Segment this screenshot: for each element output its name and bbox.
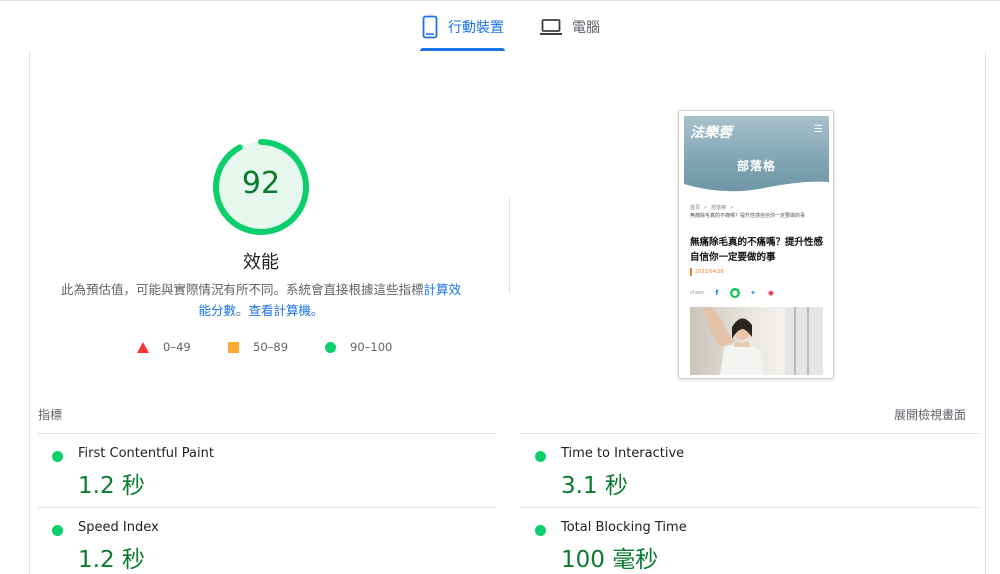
legend-pass: 90–100 [325, 340, 392, 354]
legend-fail: 0–49 [137, 340, 191, 354]
tab-desktop[interactable]: 電腦 [540, 14, 600, 40]
metric-value: 3.1 秒 [561, 473, 628, 499]
banner-title: 部落格 [736, 159, 776, 173]
banner-wave [684, 181, 829, 196]
line-icon: ● [729, 288, 740, 298]
metric-value: 1.2 秒 [78, 473, 145, 499]
phone-icon [422, 15, 438, 39]
crumb-home: 首頁 [690, 205, 701, 211]
pass-dot-icon [535, 451, 546, 462]
metrics-divider [520, 507, 979, 508]
performance-title: 效能 [243, 252, 279, 273]
description-sep: 。 [235, 303, 249, 318]
screenshot-banner: 法樂蓉 ☰ 部落格 [684, 116, 829, 196]
hamburger-icon: ☰ [814, 124, 823, 135]
device-tabs: 行動裝置 電腦 [0, 0, 1000, 52]
active-tab-indicator [420, 48, 505, 51]
screenshot-breadcrumb: 首頁» 部落格» [690, 204, 737, 211]
share-bar: share f ● ✦ ◉ [690, 288, 776, 298]
performance-score: 92 [241, 166, 281, 201]
crumb-separator: » [730, 205, 734, 211]
tab-mobile[interactable]: 行動裝置 [422, 14, 504, 40]
legend-fail-label: 0–49 [163, 340, 191, 354]
square-icon [228, 341, 239, 353]
metric-name: Time to Interactive [561, 446, 685, 461]
pass-dot-icon [535, 525, 546, 536]
tab-desktop-label: 電腦 [572, 20, 600, 36]
metric-name: First Contentful Paint [78, 446, 214, 461]
section-divider [509, 198, 510, 294]
site-logo: 法樂蓉 [690, 125, 732, 141]
metrics-header: 指標 [38, 408, 63, 422]
crumb-separator: » [704, 205, 708, 211]
crumb-path: 無痛除毛真的不痛嗎？提升性感自信你一定要做的事 [690, 213, 806, 219]
crumb-blog: 部落格 [711, 205, 727, 211]
legend-average-label: 50–89 [253, 340, 289, 354]
performance-description: 此為預估值，可能與實際情況有所不同。系統會直接根據這些指標計算效能分數。查看計算… [58, 279, 464, 321]
facebook-icon: f [715, 289, 719, 297]
share-label: share [690, 290, 704, 296]
circle-icon [325, 341, 336, 353]
final-screenshot[interactable]: 法樂蓉 ☰ 部落格 首頁» 部落格» 無痛除毛真的不痛嗎？提升性感自信你一定要做的… [678, 110, 834, 379]
metrics-divider [520, 433, 979, 434]
article-date: 2022/04/26 [690, 268, 724, 276]
twitter-icon: ✦ [749, 289, 756, 297]
pass-dot-icon [52, 451, 63, 462]
metrics-divider [38, 433, 496, 434]
legend-average: 50–89 [228, 340, 288, 354]
weibo-icon: ◉ [767, 289, 774, 297]
expand-view-toggle[interactable]: 展開檢視畫面 [894, 406, 966, 423]
description-text: 此為預估值，可能與實際情況有所不同。系統會直接根據這些指標 [60, 282, 424, 297]
article-heading: 無痛除毛真的不痛嗎？提升性感自信你一定要做的事 [690, 237, 824, 263]
metric-name: Total Blocking Time [561, 520, 687, 535]
metric-name: Speed Index [78, 520, 159, 535]
view-calculator-link[interactable]: 查看計算機。 [249, 303, 324, 318]
pass-dot-icon [52, 525, 63, 536]
woman-photo-illustration [704, 307, 823, 375]
metric-value: 100 毫秒 [561, 547, 659, 573]
tab-mobile-label: 行動裝置 [448, 20, 504, 36]
legend-pass-label: 90–100 [350, 340, 393, 354]
laptop-icon [540, 19, 562, 35]
metrics-divider [38, 507, 496, 508]
metric-value: 1.2 秒 [78, 547, 145, 573]
triangle-icon [137, 341, 149, 353]
article-photo [690, 307, 823, 375]
